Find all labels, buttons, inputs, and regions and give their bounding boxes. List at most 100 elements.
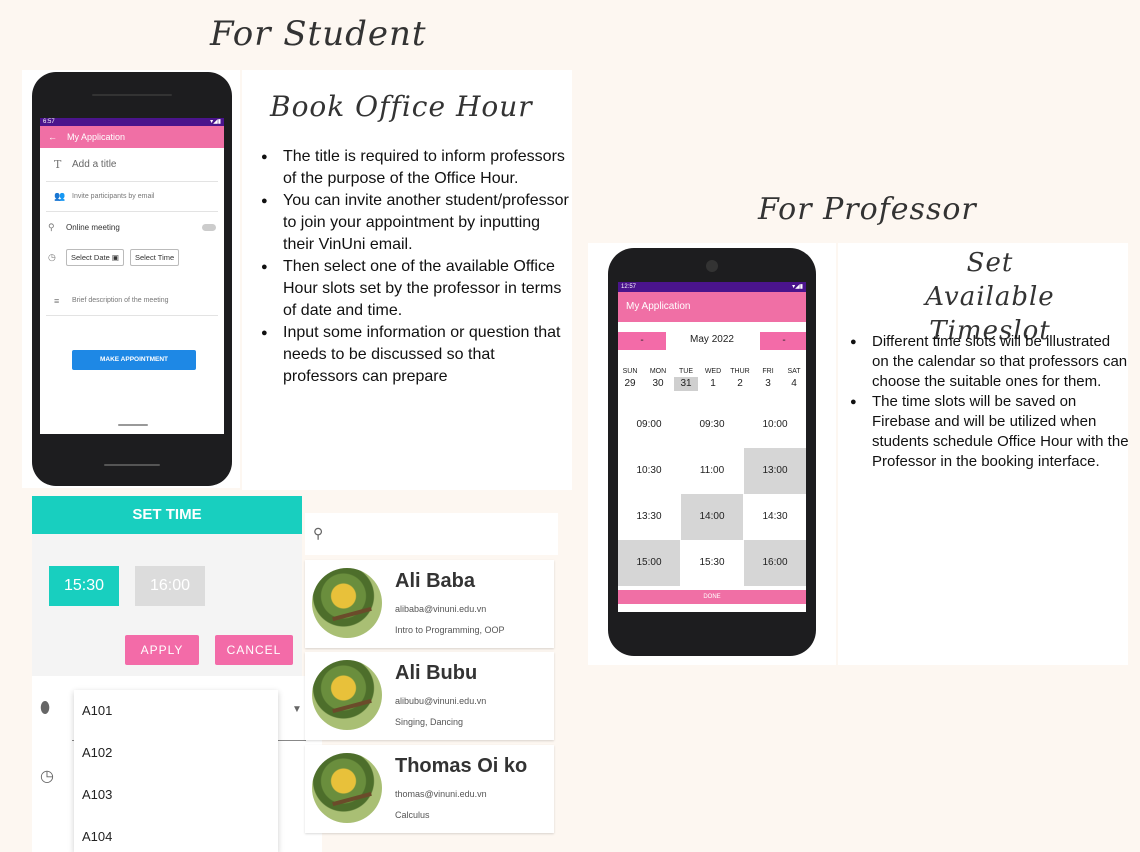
time-slot-selected[interactable]: 16:00 [744, 540, 806, 586]
phone-speaker-bottom [104, 464, 160, 466]
day-column[interactable]: FRI 3 [756, 368, 780, 391]
book-office-hour-title: Book Office Hour [270, 90, 533, 123]
signal-icon: ▾◢▮ [210, 119, 221, 125]
avatar [312, 568, 382, 638]
student-phone-screen: 6:57 ▾◢▮ ← My Application T Add a title … [40, 118, 224, 434]
time-slot[interactable]: 09:00 [618, 402, 680, 448]
time-slot[interactable]: 09:30 [681, 402, 743, 448]
cancel-button[interactable]: CANCEL [215, 635, 293, 665]
day-column[interactable]: THUR 2 [728, 368, 752, 391]
day-column[interactable]: SAT 4 [782, 368, 806, 391]
description-field[interactable]: ≡ Brief description of the meeting [46, 286, 218, 316]
room-option[interactable]: A104 [74, 816, 278, 852]
contact-subjects: Calculus [395, 810, 430, 820]
title-placeholder: Add a title [72, 159, 117, 170]
for-student-heading: For Student [210, 14, 427, 54]
day-column[interactable]: WED 1 [701, 368, 725, 391]
time-slot-selected[interactable]: 15:00 [618, 540, 680, 586]
date-time-row: ◷ Select Date ▣ Select Time [40, 242, 224, 272]
done-button[interactable]: DONE [618, 590, 806, 604]
contact-name: Ali Bubu [395, 662, 478, 684]
set-time-dialog: SET TIME 15:30 16:00 APPLY CANCEL [32, 496, 302, 676]
contact-subjects: Singing, Dancing [395, 717, 464, 727]
invite-placeholder: Invite participants by email [72, 193, 155, 200]
book-office-hour-bullets: The title is required to inform professo… [255, 146, 571, 388]
contact-email: alibaba@vinuni.edu.vn [395, 604, 487, 614]
time-slot-unavailable[interactable]: 16:00 [135, 566, 205, 606]
professor-phone-screen: 12:57 ▾◢▮ My Application - May 2022 - SU… [618, 282, 806, 612]
bullet-item: You can invite another student/professor… [255, 190, 571, 256]
location-pin-icon: ⬮ [40, 700, 51, 717]
app-title: My Application [626, 301, 691, 312]
home-indicator [118, 424, 148, 426]
prev-month-button[interactable]: - [618, 332, 666, 350]
next-month-button[interactable]: - [760, 332, 806, 350]
student-phone: 6:57 ▾◢▮ ← My Application T Add a title … [32, 72, 232, 486]
calendar-icon: ▣ [111, 252, 119, 262]
for-professor-heading: For Professor [758, 192, 977, 227]
room-dropdown-menu: A101 A102 A103 A104 [74, 690, 278, 852]
contact-email: thomas@vinuni.edu.vn [395, 789, 487, 799]
time-slot[interactable]: 10:30 [618, 448, 680, 494]
day-column[interactable]: SUN 29 [618, 368, 642, 391]
bullet-item: Different time slots will be illustrated… [844, 332, 1130, 392]
avatar [312, 753, 382, 823]
location-icon: ⚲ [48, 221, 55, 232]
status-bar: 12:57 ▾◢▮ [618, 282, 806, 292]
bullet-item: Then select one of the available Office … [255, 256, 571, 322]
bullet-item: The time slots will be saved on Firebase… [844, 392, 1130, 472]
day-column-selected[interactable]: TUE 31 [674, 368, 698, 391]
time-slot[interactable]: 15:30 [681, 540, 743, 586]
contact-card[interactable]: Thomas Oi ko thomas@vinuni.edu.vn Calcul… [305, 745, 554, 833]
time-slot[interactable]: 14:30 [744, 494, 806, 540]
invite-field[interactable]: 👥 Invite participants by email [46, 182, 218, 212]
time-slot[interactable]: 13:30 [618, 494, 680, 540]
time-slot-selected[interactable]: 15:30 [49, 566, 119, 606]
notes-icon: ≡ [54, 295, 60, 306]
avatar [312, 660, 382, 730]
time-slot[interactable]: 11:00 [681, 448, 743, 494]
status-time: 6:57 [43, 119, 55, 125]
phone-speaker-top [92, 94, 172, 96]
people-icon: 👥 [54, 191, 66, 201]
day-column[interactable]: MON 30 [646, 368, 670, 391]
room-option[interactable]: A103 [74, 774, 278, 816]
contact-email: alibubu@vinuni.edu.vn [395, 696, 487, 706]
online-meeting-label: Online meeting [66, 222, 120, 232]
month-label: May 2022 [690, 334, 734, 345]
bullet-item: The title is required to inform professo… [255, 146, 571, 190]
description-placeholder: Brief description of the meeting [72, 297, 169, 304]
apply-button[interactable]: APPLY [125, 635, 199, 665]
camera-icon [706, 260, 718, 272]
contact-name: Thomas Oi ko [395, 755, 528, 777]
contact-card[interactable]: Ali Bubu alibubu@vinuni.edu.vn Singing, … [305, 652, 554, 740]
title-field[interactable]: T Add a title [46, 148, 218, 182]
dropdown-arrow-icon[interactable]: ▼ [292, 704, 302, 715]
time-slot-selected[interactable]: 13:00 [744, 448, 806, 494]
back-arrow-icon[interactable]: ← [48, 126, 57, 148]
time-slot-selected[interactable]: 14:00 [681, 494, 743, 540]
signal-icon: ▾◢▮ [792, 284, 803, 290]
app-title: My Application [67, 132, 126, 142]
clock-icon: ◷ [40, 768, 54, 785]
make-appointment-button[interactable]: MAKE APPOINTMENT [72, 350, 196, 370]
status-bar: 6:57 ▾◢▮ [40, 118, 224, 126]
room-option[interactable]: A102 [74, 732, 278, 774]
time-slot[interactable]: 10:00 [744, 402, 806, 448]
text-icon: T [54, 158, 62, 171]
app-bar: My Application [618, 292, 806, 322]
app-bar: ← My Application [40, 126, 224, 148]
select-time-button[interactable]: Select Time [129, 248, 180, 266]
clock-icon: ◷ [48, 251, 56, 262]
contact-card[interactable]: Ali Baba alibaba@vinuni.edu.vn Intro to … [305, 560, 554, 648]
status-time: 12:57 [621, 284, 637, 290]
contact-subjects: Intro to Programming, OOP [395, 625, 505, 635]
search-bar[interactable]: ⚲ [305, 513, 558, 555]
room-option[interactable]: A101 [74, 690, 278, 732]
select-date-button[interactable]: Select Date ▣ [66, 248, 124, 266]
online-meeting-toggle[interactable] [202, 223, 216, 231]
professor-phone: 12:57 ▾◢▮ My Application - May 2022 - SU… [608, 248, 816, 656]
contact-name: Ali Baba [395, 570, 476, 592]
timeslot-bullets: Different time slots will be illustrated… [844, 332, 1130, 472]
online-meeting-row: ⚲ Online meeting [40, 212, 224, 242]
